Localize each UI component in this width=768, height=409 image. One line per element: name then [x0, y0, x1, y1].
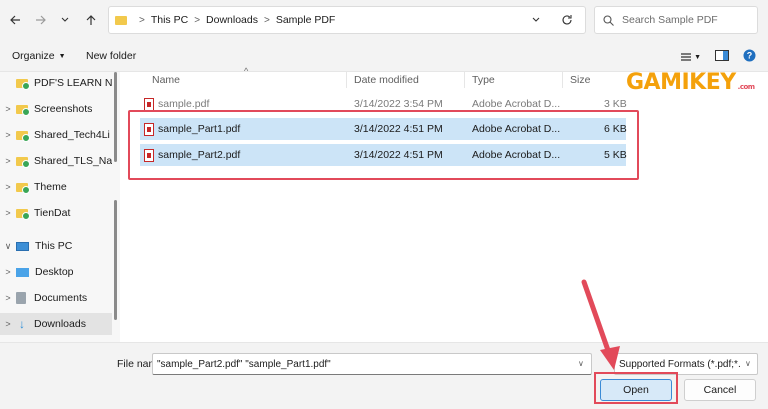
computer-icon [16, 241, 29, 251]
back-button[interactable] [6, 11, 24, 29]
folder-icon [16, 78, 30, 90]
sidebar-item-label: Desktop [35, 266, 74, 278]
address-dropdown-icon[interactable] [531, 15, 541, 28]
sidebar-item-label: Shared_TLS_Na [34, 155, 112, 167]
breadcrumb-this-pc[interactable]: This PC [151, 14, 188, 26]
recent-locations-button[interactable] [56, 11, 74, 29]
folder-icon [16, 104, 30, 116]
sort-caret-icon: ^ [244, 66, 249, 76]
address-bar[interactable]: > This PC > Downloads > Sample PDF [108, 6, 586, 34]
file-name-input[interactable]: "sample_Part2.pdf" "sample_Part1.pdf" [152, 353, 592, 375]
sidebar-scrollbar-track[interactable] [114, 200, 117, 320]
caret-down-icon: ▼ [58, 52, 66, 60]
address-toolbar: > This PC > Downloads > Sample PDF Searc… [0, 0, 768, 40]
sidebar-item-label: Downloads [34, 318, 86, 330]
sidebar-item-tiendat[interactable]: > TienDat [0, 202, 112, 224]
new-folder-button[interactable]: New folder [86, 50, 136, 62]
preview-pane-icon[interactable] [715, 50, 729, 64]
sidebar-item-label: TienDat [34, 207, 71, 219]
column-header-type[interactable]: Type [472, 74, 495, 86]
new-folder-label: New folder [86, 50, 137, 62]
logo-suffix: .com [737, 83, 755, 91]
chevron-right-icon: > [194, 14, 201, 26]
search-icon [603, 14, 614, 26]
documents-icon [16, 292, 26, 304]
sidebar-item-shared-tls[interactable]: > Shared_TLS_Na [0, 150, 112, 172]
sidebar-item-label: Theme [34, 181, 67, 193]
sidebar-item-desktop[interactable]: > Desktop [0, 261, 112, 283]
search-placeholder: Search Sample PDF [622, 14, 718, 26]
logo-text: GAMIKEY [626, 70, 736, 95]
organize-menu[interactable]: Organize ▼ [12, 50, 66, 62]
breadcrumb-sample-pdf[interactable]: Sample PDF [276, 14, 336, 26]
sidebar-scrollbar[interactable] [114, 72, 117, 162]
cancel-button[interactable]: Cancel [684, 379, 756, 401]
organize-label: Organize [12, 50, 55, 62]
search-input[interactable]: Search Sample PDF [594, 6, 758, 34]
sidebar-item-screenshots[interactable]: > Screenshots [0, 98, 112, 120]
file-type: Adobe Acrobat D... [472, 98, 561, 110]
chevron-right-icon[interactable]: > [0, 156, 16, 166]
breadcrumb-downloads[interactable]: Downloads [206, 14, 258, 26]
desktop-icon [16, 267, 29, 277]
filter-dropdown-icon[interactable]: ∨ [745, 359, 751, 368]
column-header-size[interactable]: Size [570, 74, 590, 86]
up-button[interactable] [82, 11, 100, 29]
folder-icon [16, 182, 30, 194]
file-name: sample.pdf [158, 98, 210, 110]
column-header-name[interactable]: Name [152, 74, 180, 86]
sidebar-item-theme[interactable]: > Theme [0, 176, 112, 198]
chevron-right-icon: > [139, 14, 145, 26]
sidebar-item-shared-tech4li[interactable]: > Shared_Tech4Li [0, 124, 112, 146]
svg-text:?: ? [747, 51, 753, 61]
sidebar-item-downloads[interactable]: > ↓ Downloads [0, 313, 112, 335]
command-bar: Organize ▼ New folder ▼ ? [0, 40, 768, 72]
refresh-icon[interactable] [561, 14, 573, 29]
sidebar-item-label: This PC [35, 240, 73, 252]
annotation-arrow-icon [581, 279, 620, 370]
chevron-right-icon[interactable]: > [0, 208, 16, 218]
navigation-pane: PDF'S LEARN N > Screenshots > Shared_Tec… [0, 72, 120, 342]
up-arrow-icon [86, 15, 96, 25]
forward-button[interactable] [32, 11, 50, 29]
chevron-right-icon[interactable]: > [0, 267, 16, 277]
chevron-right-icon[interactable]: > [0, 130, 16, 140]
selection-annotation-box [128, 110, 639, 180]
sidebar-item-label: Documents [34, 292, 88, 304]
forward-arrow-icon [36, 15, 46, 25]
column-header-date[interactable]: Date modified [354, 74, 419, 86]
chevron-right-icon[interactable]: > [0, 319, 16, 329]
open-annotation-box [594, 372, 678, 404]
sidebar-item-label: PDF'S LEARN N [34, 77, 112, 89]
view-options-icon[interactable]: ▼ [680, 52, 701, 62]
folder-icon [16, 156, 30, 168]
sidebar-item-pdfs-learn[interactable]: PDF'S LEARN N [0, 72, 112, 94]
sidebar-item-documents[interactable]: > Documents [0, 287, 112, 309]
help-icon[interactable]: ? [743, 49, 756, 65]
download-icon: ↓ [19, 317, 25, 331]
chevron-right-icon: > [263, 14, 270, 26]
file-date: 3/14/2022 3:54 PM [354, 98, 443, 110]
folder-icon [16, 130, 30, 142]
chevron-down-icon[interactable]: ∨ [0, 241, 16, 252]
file-size: 3 KB [604, 98, 627, 110]
sidebar-item-label: Shared_Tech4Li [34, 129, 110, 141]
sidebar-item-this-pc[interactable]: ∨ This PC [0, 235, 112, 257]
chevron-right-icon[interactable]: > [0, 293, 16, 303]
chevron-right-icon[interactable]: > [0, 182, 16, 192]
chevron-down-icon [61, 17, 69, 22]
folder-icon [16, 208, 30, 220]
chevron-right-icon[interactable]: > [0, 104, 16, 114]
sidebar-item-label: Screenshots [34, 103, 93, 115]
back-arrow-icon [10, 15, 20, 25]
folder-icon [115, 15, 127, 25]
gamikey-logo: GAMIKEY .com [626, 70, 755, 95]
